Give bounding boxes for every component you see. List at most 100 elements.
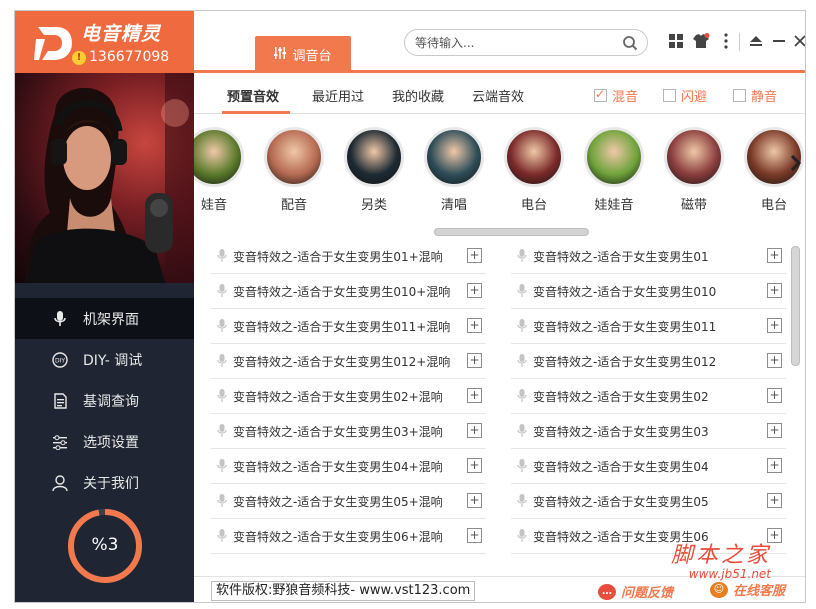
user-badge-icon: !	[72, 51, 86, 65]
effect-label: 变音特效之-适合于女生变男生012	[533, 354, 717, 369]
effect-label: 变音特效之-适合于女生变男生05+混响	[233, 494, 443, 509]
mic-icon	[517, 389, 529, 403]
feedback-button[interactable]: … 问题反馈	[598, 582, 673, 601]
add-favorite-button[interactable]: +	[467, 388, 482, 403]
effect-label: 变音特效之-适合于女生变男生02+混响	[233, 389, 443, 404]
sidebar-item-key-lookup[interactable]: 基调查询	[15, 380, 194, 421]
mix-checkbox[interactable]: 混音	[594, 86, 638, 105]
add-favorite-button[interactable]: +	[467, 528, 482, 543]
support-button[interactable]: ☺ 在线客服	[710, 580, 785, 599]
effect-tabs: 预置音效 最近用过 我的收藏 云端音效 混音 闪避 静音	[194, 76, 805, 114]
menu-icon[interactable]	[717, 32, 735, 50]
add-favorite-button[interactable]: +	[767, 248, 782, 263]
category-item[interactable]: 磁带	[654, 127, 734, 213]
sidebar-item-settings[interactable]: 选项设置	[15, 421, 194, 462]
add-favorite-button[interactable]: +	[467, 458, 482, 473]
effect-row[interactable]: 变音特效之-适合于女生变男生012 +	[511, 344, 786, 379]
effect-row[interactable]: 变音特效之-适合于女生变男生05+混响 +	[211, 484, 486, 519]
effect-row[interactable]: 变音特效之-适合于女生变男生04+混响 +	[211, 449, 486, 484]
effect-label: 变音特效之-适合于女生变男生04	[533, 459, 709, 474]
effect-row[interactable]: 变音特效之-适合于女生变男生04 +	[511, 449, 786, 484]
carousel-scrollbar[interactable]	[434, 228, 589, 236]
effects-column-right: 变音特效之-适合于女生变男生01 + 变音特效之-适合于女生变男生010 + 变音特效之…	[511, 239, 786, 554]
category-item[interactable]: 娃音	[194, 127, 254, 213]
category-item[interactable]: 另类	[334, 127, 414, 213]
add-favorite-button[interactable]: +	[467, 353, 482, 368]
apps-icon[interactable]	[667, 32, 685, 50]
support-label: 在线客服	[733, 584, 786, 599]
effect-row[interactable]: 变音特效之-适合于女生变男生06+混响 +	[211, 519, 486, 554]
effect-row[interactable]: 变音特效之-适合于女生变男生012+混响 +	[211, 344, 486, 379]
add-favorite-button[interactable]: +	[467, 423, 482, 438]
category-avatar	[194, 127, 244, 187]
effect-row[interactable]: 变音特效之-适合于女生变男生05 +	[511, 484, 786, 519]
add-favorite-button[interactable]: +	[467, 493, 482, 508]
add-favorite-button[interactable]: +	[767, 283, 782, 298]
effect-row[interactable]: 变音特效之-适合于女生变男生02 +	[511, 379, 786, 414]
tab-recent[interactable]: 最近用过	[312, 86, 364, 105]
effects-scrollbar[interactable]	[791, 246, 800, 366]
tab-cloud-effects[interactable]: 云端音效	[472, 86, 524, 105]
search-input[interactable]	[415, 34, 615, 52]
effect-row[interactable]: 变音特效之-适合于女生变男生03+混响 +	[211, 414, 486, 449]
brand-header: 电音精灵 ! 136677098	[15, 11, 194, 73]
minimize-bar-icon[interactable]	[770, 32, 788, 50]
add-favorite-button[interactable]: +	[467, 318, 482, 333]
effect-label: 变音特效之-适合于女生变男生010	[533, 284, 717, 299]
effect-row[interactable]: 变音特效之-适合于女生变男生010 +	[511, 274, 786, 309]
effect-row[interactable]: 变音特效之-适合于女生变男生011 +	[511, 309, 786, 344]
skin-icon[interactable]	[692, 32, 710, 50]
mute-checkbox[interactable]: 静音	[733, 86, 777, 105]
svg-text:DIY: DIY	[55, 357, 65, 364]
add-favorite-button[interactable]: +	[767, 458, 782, 473]
feedback-label: 问题反馈	[621, 586, 674, 601]
mic-icon	[517, 529, 529, 543]
mic-icon	[517, 249, 529, 263]
app-name: 电音精灵	[81, 23, 162, 45]
add-favorite-button[interactable]: +	[767, 423, 782, 438]
mic-icon	[217, 249, 229, 263]
effect-row[interactable]: 变音特效之-适合于女生变男生02+混响 +	[211, 379, 486, 414]
add-favorite-button[interactable]: +	[767, 318, 782, 333]
effect-row[interactable]: 变音特效之-适合于女生变男生010+混响 +	[211, 274, 486, 309]
category-label: 电台	[520, 198, 547, 213]
effect-row[interactable]: 变音特效之-适合于女生变男生03 +	[511, 414, 786, 449]
add-favorite-button[interactable]: +	[467, 283, 482, 298]
category-item[interactable]: 娃娃音	[574, 127, 654, 213]
category-item[interactable]: 电台	[494, 127, 574, 213]
sidebar-item-about[interactable]: 关于我们	[15, 462, 194, 503]
watermark-url: www.jb51.net	[688, 567, 772, 581]
user-id: 136677098	[89, 49, 170, 65]
effect-row[interactable]: 变音特效之-适合于女生变男生011+混响 +	[211, 309, 486, 344]
add-favorite-button[interactable]: +	[767, 493, 782, 508]
minimize-icon[interactable]	[747, 32, 765, 50]
category-item[interactable]: 配音	[254, 127, 334, 213]
sidebar-item-rack[interactable]: 机架界面	[15, 298, 194, 339]
sidebar-item-label: 关于我们	[83, 475, 139, 492]
sidebar-item-diy[interactable]: DIY DIY- 调试	[15, 339, 194, 380]
effect-label: 变音特效之-适合于女生变男生012+混响	[233, 354, 451, 369]
tab-preset-effects[interactable]: 预置音效	[227, 86, 279, 105]
tab-mixer[interactable]: 调音台	[255, 36, 351, 73]
toolbar-separator	[739, 33, 740, 51]
effect-row[interactable]: 变音特效之-适合于女生变男生01 +	[511, 239, 786, 274]
duck-checkbox[interactable]: 闪避	[663, 86, 707, 105]
category-item[interactable]: 清唱	[414, 127, 494, 213]
carousel-next-icon[interactable]	[789, 152, 803, 174]
search-icon[interactable]	[622, 35, 638, 51]
close-icon[interactable]	[791, 32, 805, 50]
watermark-title: 脚本之家	[671, 543, 772, 568]
effect-row[interactable]: 变音特效之-适合于女生变男生01+混响 +	[211, 239, 486, 274]
mic-icon	[52, 310, 68, 327]
effect-label: 变音特效之-适合于女生变男生03	[533, 424, 709, 439]
mic-icon	[217, 389, 229, 403]
add-favorite-button[interactable]: +	[767, 388, 782, 403]
add-favorite-button[interactable]: +	[767, 353, 782, 368]
mic-icon	[217, 529, 229, 543]
effects-list: 变音特效之-适合于女生变男生01+混响 + 变音特效之-适合于女生变男生010+混响…	[194, 236, 805, 571]
mixer-sliders-icon	[274, 47, 287, 62]
add-favorite-button[interactable]: +	[467, 248, 482, 263]
category-avatar	[504, 127, 564, 187]
tab-favorites[interactable]: 我的收藏	[392, 86, 444, 105]
app-logo-icon	[34, 27, 72, 60]
